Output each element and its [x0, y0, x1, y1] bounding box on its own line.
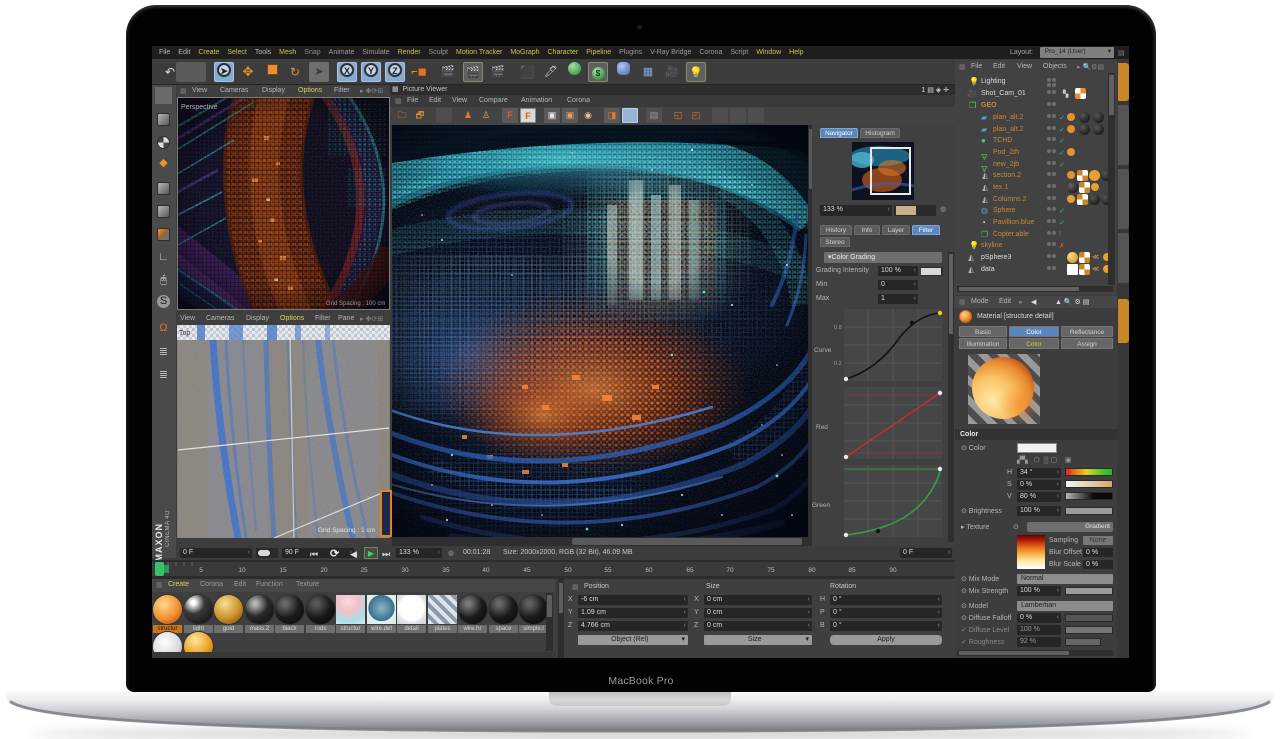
svg-text:90: 90	[889, 567, 897, 574]
svg-text:5: 5	[199, 567, 203, 574]
svg-text:60: 60	[645, 567, 653, 574]
svg-text:Green: Green	[812, 502, 830, 509]
svg-text:0.2: 0.2	[834, 361, 842, 367]
svg-text:65: 65	[686, 567, 694, 574]
svg-text:10: 10	[238, 567, 246, 574]
svg-text:75: 75	[767, 567, 775, 574]
svg-text:35: 35	[442, 567, 450, 574]
svg-text:Grid Spacing : 100 cm: Grid Spacing : 100 cm	[326, 301, 385, 307]
svg-text:50: 50	[564, 567, 572, 574]
svg-text:25: 25	[360, 567, 368, 574]
svg-text:Red: Red	[816, 424, 828, 431]
svg-text:30: 30	[401, 567, 409, 574]
svg-text:Curve: Curve	[814, 347, 832, 354]
svg-text:Top: Top	[179, 330, 190, 337]
svg-text:40: 40	[482, 567, 490, 574]
svg-text:Grid Spacing : 1 cm: Grid Spacing : 1 cm	[318, 527, 375, 534]
svg-text:80: 80	[808, 567, 816, 574]
svg-text:55: 55	[604, 567, 612, 574]
svg-text:85: 85	[848, 567, 856, 574]
svg-text:20: 20	[320, 567, 328, 574]
svg-text:70: 70	[726, 567, 734, 574]
svg-text:0.8: 0.8	[834, 325, 842, 331]
svg-text:Perspective: Perspective	[181, 104, 218, 111]
svg-text:45: 45	[523, 567, 531, 574]
svg-text:15: 15	[279, 567, 287, 574]
